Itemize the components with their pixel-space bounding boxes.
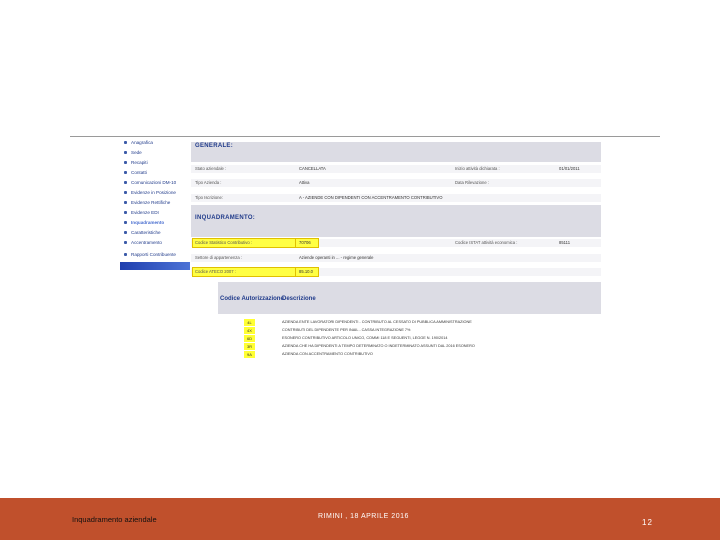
tipo-iscrizione-label: Tipo Iscrizione: xyxy=(195,195,224,200)
sidebar-item-contatti[interactable]: Contatti xyxy=(124,168,147,176)
descrizione-cell: AZIENDA CHE HA DIPENDENTI A TEMPO DETERM… xyxy=(282,344,475,348)
page-number: 12 xyxy=(642,518,653,527)
table-row: Stato aziendale : CANCELLATA Inizio atti… xyxy=(191,165,601,173)
sidebar-bottom-bar xyxy=(120,262,190,270)
bullet-icon xyxy=(124,252,127,256)
bullet-icon xyxy=(124,190,127,194)
bullet-icon xyxy=(124,150,127,154)
bullet-icon xyxy=(124,230,127,234)
bullet-icon xyxy=(124,140,127,144)
table-row: 9A AZIENDA CON ACCENTRAMENTO CONTRIBUTIV… xyxy=(244,351,601,358)
stato-label: Stato aziendale : xyxy=(195,166,227,171)
inquadramento-header-band xyxy=(191,205,601,237)
bullet-icon xyxy=(124,170,127,174)
inizio-label: Inizio attività dichiarata : xyxy=(455,166,500,171)
table-row: Tipo Iscrizione: A - AZIENDE CON DIPENDE… xyxy=(191,194,601,202)
istat-value: 85111 xyxy=(559,240,571,245)
descrizione-header: Descrizione xyxy=(282,296,316,302)
descrizione-cell: AZIENDA ENTE LAVORATORI DIPENDENTI - CON… xyxy=(282,320,472,324)
generale-header-band xyxy=(191,142,601,162)
sidebar-item-accentramento[interactable]: Accentramento xyxy=(124,238,162,246)
table-row: Codice Statistico Contributivo : 70706 C… xyxy=(191,238,601,248)
bullet-icon xyxy=(124,180,127,184)
tipo-azienda-label: Tipo Azienda : xyxy=(195,180,222,185)
codice-header: Codice Autorizzazione xyxy=(220,296,284,302)
bullet-icon xyxy=(124,220,127,224)
csc-label: Codice Statistico Contributivo : xyxy=(195,240,253,245)
tipo-azienda-value: Attiva xyxy=(299,180,310,185)
sidebar-item-evidenze-posizione[interactable]: Evidenze in Posizione xyxy=(124,188,176,196)
codice-cell: 4L xyxy=(244,319,255,326)
settore-value: Aziende operanti in ... - regime general… xyxy=(299,255,374,260)
footer-date: RIMINI , 18 APRILE 2016 xyxy=(318,513,409,520)
sidebar-item-caratteristiche[interactable]: Caratteristiche xyxy=(124,228,161,236)
rilevazione-label: Data Rilevazione : xyxy=(455,180,489,185)
bullet-icon xyxy=(124,210,127,214)
table-row: 6D ESONERO CONTRIBUTIVO ARTICOLO UNICO, … xyxy=(244,335,601,342)
bullet-icon xyxy=(124,200,127,204)
codici-header-band: Codice Autorizzazione Descrizione xyxy=(218,282,601,314)
descrizione-cell: CONTRIBUTI DEL DIPENDENTE PER INAIL - CA… xyxy=(282,328,411,332)
sidebar-item-anagrafica[interactable]: Anagrafica xyxy=(124,138,153,146)
ateco-value: 85.10.0 xyxy=(299,269,313,274)
table-row: 4X CONTRIBUTI DEL DIPENDENTE PER INAIL -… xyxy=(244,327,601,334)
istat-label: Codice ISTAT attività economica : xyxy=(455,240,518,245)
codice-cell: 3R xyxy=(244,343,255,350)
sidebar-item-evidenze-edi[interactable]: Evidenze EDI xyxy=(124,208,159,216)
tipo-iscrizione-value: A - AZIENDE CON DIPENDENTI CON ACCENTRAM… xyxy=(299,195,443,200)
table-row: Settore di appartenenza : Aziende operan… xyxy=(191,254,601,262)
top-divider xyxy=(70,136,660,137)
stato-value: CANCELLATA xyxy=(299,166,326,171)
codice-cell: 9A xyxy=(244,351,255,358)
csc-value: 70706 xyxy=(299,240,311,245)
descrizione-cell: ESONERO CONTRIBUTIVO ARTICOLO UNICO, COM… xyxy=(282,336,448,340)
section-title-inquadramento: INQUADRAMENTO: xyxy=(195,215,256,221)
bullet-icon xyxy=(124,160,127,164)
table-row: 4L AZIENDA ENTE LAVORATORI DIPENDENTI - … xyxy=(244,319,601,326)
sidebar-item-comunicazioni[interactable]: Comunicazioni DM-10 xyxy=(124,178,176,186)
sidebar-item-sede[interactable]: Sede xyxy=(124,148,142,156)
ateco-label: Codice ATECO 2007 : xyxy=(195,269,236,274)
table-row: Tipo Azienda : Attiva Data Rilevazione : xyxy=(191,179,601,187)
codice-cell: 6D xyxy=(244,335,255,342)
descrizione-cell: AZIENDA CON ACCENTRAMENTO CONTRIBUTIVO xyxy=(282,352,373,356)
inizio-value: 01/01/2011 xyxy=(559,166,580,171)
sidebar-item-evidenze-rettifiche[interactable]: Evidenze Rettifiche xyxy=(124,198,170,206)
bullet-icon xyxy=(124,240,127,244)
sidebar-item-inquadramento[interactable]: Inquadramento xyxy=(124,218,164,226)
section-title-generale: GENERALE: xyxy=(195,143,234,149)
codice-cell: 4X xyxy=(244,327,255,334)
table-row: Codice ATECO 2007 : 85.10.0 xyxy=(191,267,601,277)
settore-label: Settore di appartenenza : xyxy=(195,255,243,260)
sidebar-item-recapiti[interactable]: Recapiti xyxy=(124,158,148,166)
table-row: 3R AZIENDA CHE HA DIPENDENTI A TEMPO DET… xyxy=(244,343,601,350)
sidebar-item-rapporti[interactable]: Rapporti Contribuente xyxy=(124,250,176,258)
footer-caption: Inquadramento aziendale xyxy=(72,515,157,524)
